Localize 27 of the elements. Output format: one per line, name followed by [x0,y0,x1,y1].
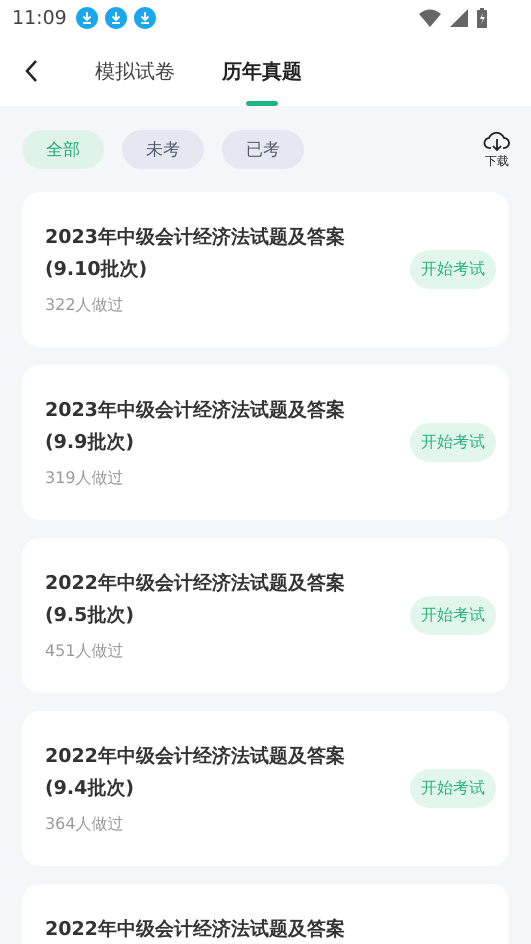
tab[interactable]: 模拟试卷 [95,36,175,106]
attempt-count: 319人做过 [45,468,125,489]
paper-title: 2023年中级会计经济法试题及答案(9.10批次) [45,225,346,282]
signal-icon [450,9,468,27]
download-notification-icon [104,7,127,29]
paper-card[interactable]: 2022年中级会计经济法试题及答案(9.4批次) 364人做过 开始考试 [22,711,509,866]
paper-card[interactable]: 2023年中级会计经济法试题及答案(9.10批次) 322人做过 开始考试 [22,192,509,347]
paper-title: 2022年中级会计经济法试题及答案(9.4批次) [45,744,346,801]
paper-card[interactable]: 2023年中级会计经济法试题及答案(9.9批次) 319人做过 开始考试 [22,365,509,520]
back-icon[interactable] [24,59,38,83]
paper-card[interactable]: 2022年中级会计经济法试题及答案(9.5批次) 451人做过 开始考试 [22,538,509,693]
attempt-count: 451人做过 [45,641,125,662]
download-button[interactable]: 下载 [483,128,511,170]
attempt-count: 322人做过 [45,295,125,316]
battery-charging-icon [477,8,487,28]
tab[interactable]: 历年真题 [222,36,302,106]
download-notification-icon [134,7,156,29]
status-time: 11:09 [12,7,67,29]
filter-chip[interactable]: 已考 [222,130,304,168]
paper-card[interactable]: 2022年中级会计经济法试题及答案 [22,884,509,944]
paper-title: 2022年中级会计经济法试题及答案 [45,917,346,942]
attempt-count: 364人做过 [45,814,125,835]
download-notification-icon [76,7,98,29]
filter-chip[interactable]: 未考 [122,130,204,168]
paper-title: 2023年中级会计经济法试题及答案(9.9批次) [45,398,346,455]
wifi-icon [419,9,441,27]
paper-title: 2022年中级会计经济法试题及答案(9.5批次) [45,571,346,628]
